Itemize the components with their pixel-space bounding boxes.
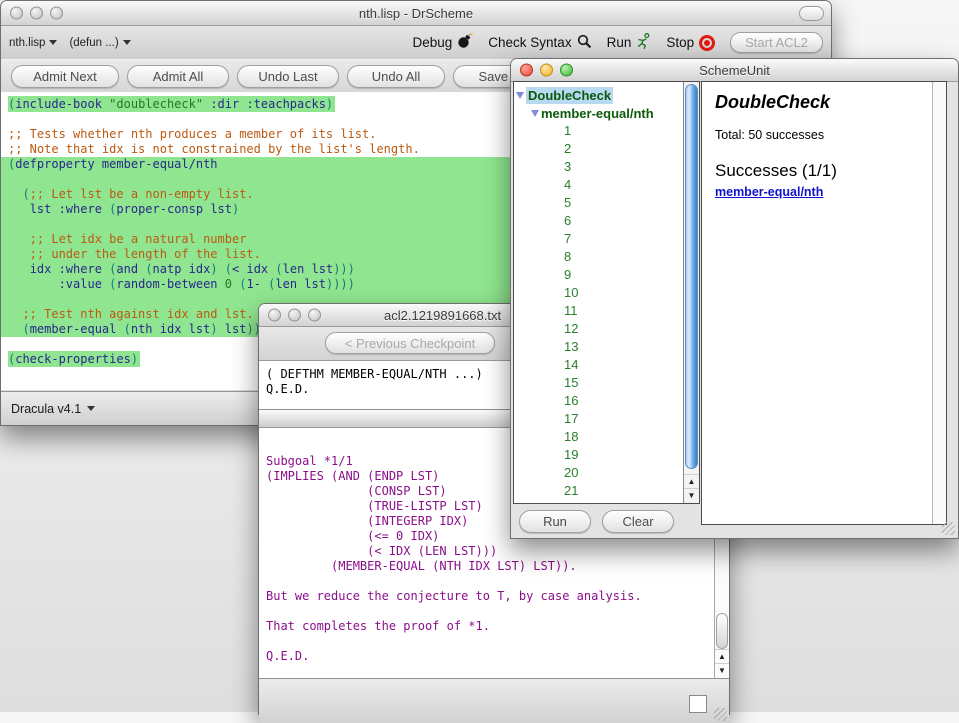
- tree-item-case[interactable]: 2: [514, 140, 683, 158]
- schemeunit-button-row: Run Clear: [511, 504, 701, 538]
- schemeunit-titlebar[interactable]: SchemeUnit: [511, 59, 958, 82]
- undo-last-button[interactable]: Undo Last: [237, 65, 339, 88]
- tree-item-case[interactable]: 20: [514, 464, 683, 482]
- tree-case-list: 123456789101112131415161718192021: [514, 122, 683, 500]
- window-controls: [268, 309, 321, 322]
- drscheme-toolbar: nth.lisp (defun ...) Debug Check Syntax …: [1, 26, 831, 59]
- undo-all-button[interactable]: Undo All: [347, 65, 445, 88]
- scroll-up-arrow[interactable]: ▲: [715, 649, 729, 663]
- defun-dropdown-label: (defun ...): [69, 37, 118, 49]
- acl2-bottom-bar: [259, 678, 729, 723]
- tree-item-case[interactable]: 21: [514, 482, 683, 500]
- detail-heading: DoubleCheck: [715, 92, 930, 113]
- scrollbar-thumb[interactable]: [716, 613, 728, 649]
- clear-button[interactable]: Clear: [602, 510, 674, 533]
- tree-item-case[interactable]: 4: [514, 176, 683, 194]
- tree-item-case[interactable]: 1: [514, 122, 683, 140]
- tree-item-case[interactable]: 5: [514, 194, 683, 212]
- chevron-down-icon: [49, 40, 57, 45]
- check-syntax-label: Check Syntax: [488, 35, 571, 50]
- stop-label: Stop: [666, 35, 694, 50]
- toolbar-collapse-widget[interactable]: [799, 6, 824, 21]
- close-button[interactable]: [268, 309, 281, 322]
- suite-link[interactable]: member-equal/nth: [715, 185, 823, 199]
- admit-next-button[interactable]: Admit Next: [11, 65, 119, 88]
- scroll-down-arrow[interactable]: ▼: [715, 663, 729, 677]
- bomb-icon: [457, 33, 473, 52]
- desktop: { "colors": { "highlight_green": "#90e69…: [0, 0, 959, 712]
- tree-suite-label: member-equal/nth: [541, 106, 654, 121]
- drscheme-titlebar[interactable]: nth.lisp - DrScheme: [1, 1, 831, 26]
- window-title: acl2.1219891668.txt: [384, 304, 501, 326]
- run-tests-button[interactable]: Run: [519, 510, 591, 533]
- disclosure-triangle-icon[interactable]: [516, 92, 524, 99]
- check-syntax-button[interactable]: Check Syntax: [488, 34, 591, 52]
- previous-checkpoint-button[interactable]: < Previous Checkpoint: [325, 332, 495, 354]
- disclosure-triangle-icon[interactable]: [531, 110, 539, 117]
- tree-item-case[interactable]: 8: [514, 248, 683, 266]
- defun-dropdown[interactable]: (defun ...): [69, 37, 130, 49]
- tree-item-case[interactable]: 13: [514, 338, 683, 356]
- tree-root-label: DoubleCheck: [526, 87, 613, 104]
- schemeunit-window: SchemeUnit DoubleCheck member-equal/nth …: [510, 58, 959, 539]
- admit-all-button[interactable]: Admit All: [127, 65, 229, 88]
- tree-item-case[interactable]: 18: [514, 428, 683, 446]
- debug-label: Debug: [412, 35, 452, 50]
- start-acl2-label: Start ACL2: [745, 35, 808, 50]
- stop-icon: [699, 35, 715, 51]
- file-dropdown-label: nth.lisp: [9, 37, 45, 49]
- run-button[interactable]: Run: [607, 33, 652, 53]
- total-successes-text: Total: 50 successes: [715, 128, 930, 142]
- scroll-up-arrow[interactable]: ▲: [684, 474, 699, 488]
- runner-icon: [636, 33, 651, 53]
- detail-scrollbar[interactable]: [932, 82, 946, 524]
- tree-item-case[interactable]: 7: [514, 230, 683, 248]
- chevron-down-icon: [87, 406, 95, 411]
- tree-scrollbar[interactable]: ▲ ▼: [683, 82, 699, 503]
- tree-item-case[interactable]: 9: [514, 266, 683, 284]
- scroll-down-arrow[interactable]: ▼: [684, 488, 699, 502]
- tree-item-case[interactable]: 14: [514, 356, 683, 374]
- test-tree-panel: DoubleCheck member-equal/nth 12345678910…: [513, 81, 700, 504]
- tree-item-case[interactable]: 17: [514, 410, 683, 428]
- successes-heading: Successes (1/1): [715, 161, 930, 181]
- tree-item-case[interactable]: 16: [514, 392, 683, 410]
- debug-button[interactable]: Debug: [412, 33, 473, 52]
- scrollbar-thumb[interactable]: [685, 84, 698, 469]
- chevron-down-icon: [123, 40, 131, 45]
- tree-item-case[interactable]: 11: [514, 302, 683, 320]
- file-dropdown[interactable]: nth.lisp: [9, 37, 57, 49]
- window-title: nth.lisp - DrScheme: [1, 1, 831, 25]
- zoom-button[interactable]: [308, 309, 321, 322]
- resize-grip[interactable]: [942, 522, 955, 535]
- stop-button[interactable]: Stop: [666, 35, 715, 51]
- tree-item-case[interactable]: 3: [514, 158, 683, 176]
- checkbox[interactable]: [689, 695, 707, 713]
- resize-grip[interactable]: [714, 708, 727, 721]
- dracula-version-menu[interactable]: Dracula v4.1: [11, 402, 81, 416]
- tree-item-case[interactable]: 19: [514, 446, 683, 464]
- minimize-button[interactable]: [288, 309, 301, 322]
- window-title: SchemeUnit: [511, 59, 958, 81]
- tree-item-case[interactable]: 10: [514, 284, 683, 302]
- tree-item-case[interactable]: 15: [514, 374, 683, 392]
- test-detail-panel: DoubleCheck Total: 50 successes Successe…: [701, 81, 947, 525]
- tree-item-case[interactable]: 6: [514, 212, 683, 230]
- tree-item-doublecheck[interactable]: DoubleCheck: [514, 86, 683, 104]
- run-label: Run: [607, 35, 632, 50]
- start-acl2-button[interactable]: Start ACL2: [730, 32, 823, 53]
- tree-item-case[interactable]: 12: [514, 320, 683, 338]
- tree-item-suite[interactable]: member-equal/nth: [514, 104, 683, 122]
- magnifier-icon: [577, 34, 592, 52]
